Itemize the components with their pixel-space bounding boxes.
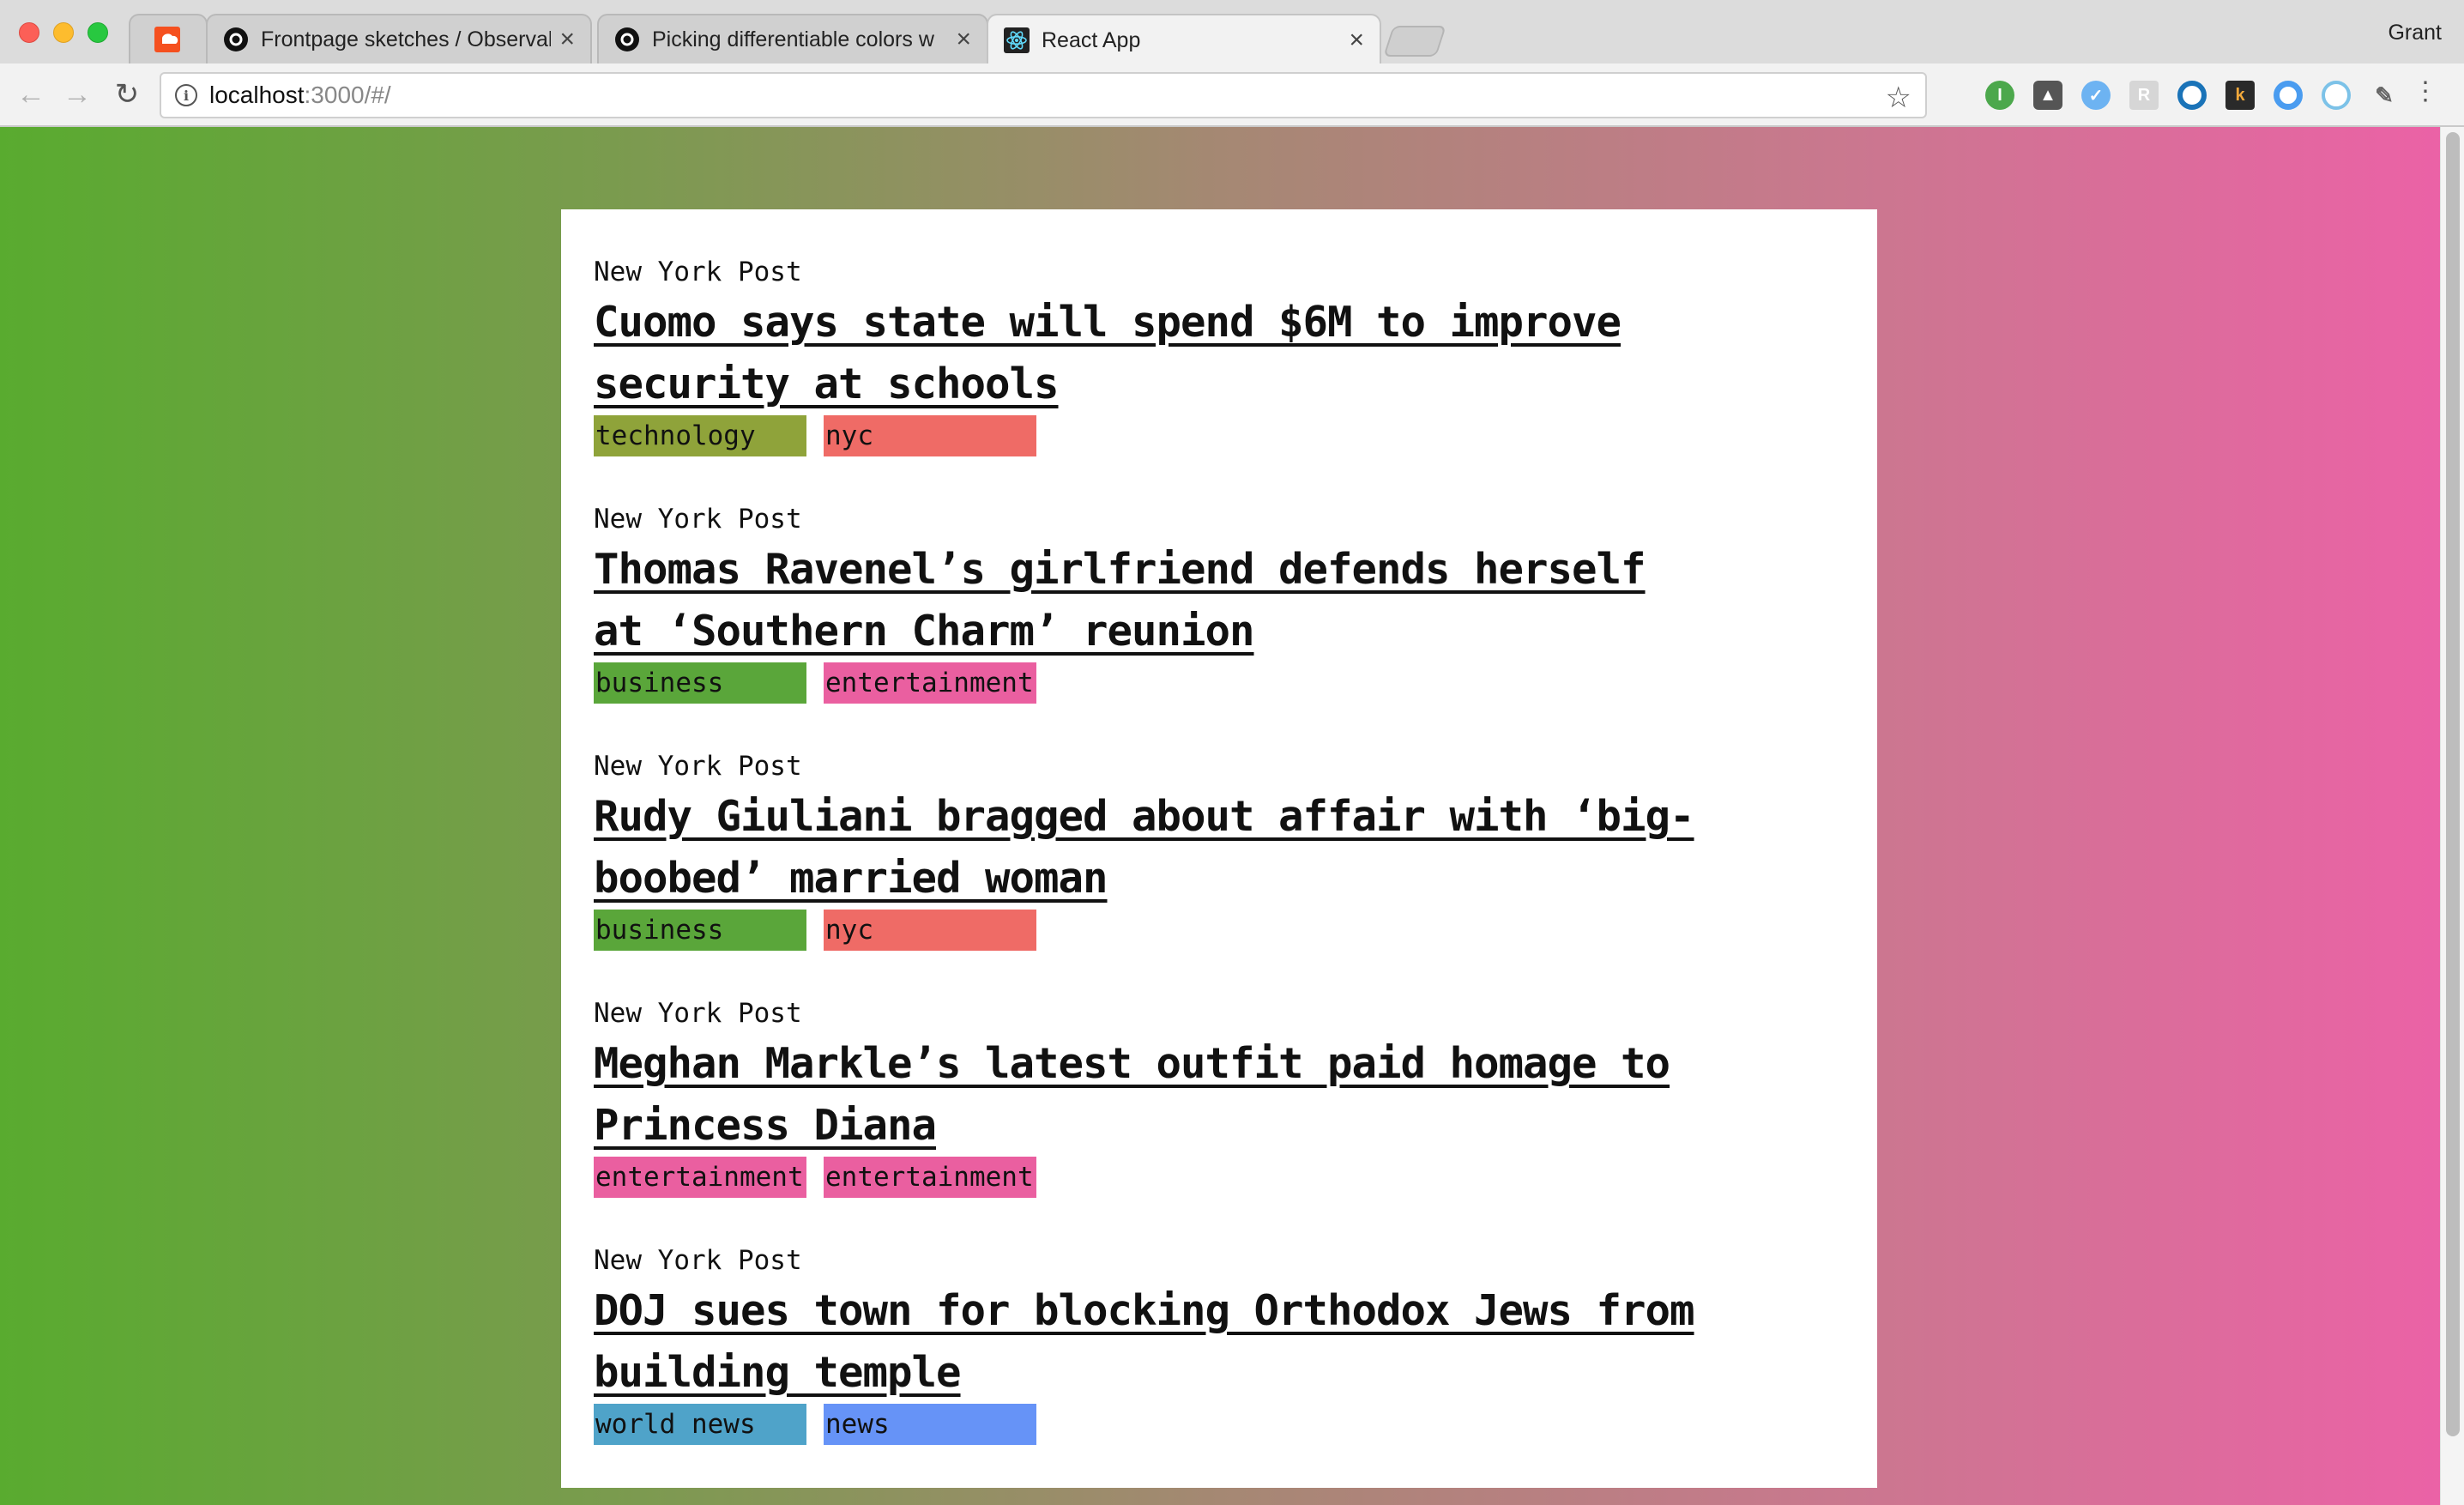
target-icon[interactable] [2322,81,2351,110]
url-text[interactable]: localhost:3000/#/ [209,82,391,109]
story-tags: business nyc [594,910,1845,951]
page-viewport: New York Post Cuomo says state will spen… [0,127,2464,1505]
wallabag-icon[interactable]: ▲ [2033,81,2062,110]
r-icon[interactable]: R [2129,81,2159,110]
observable-icon [614,27,640,52]
bookmark-star-icon[interactable]: ☆ [1886,81,1911,115]
tag-badge: nyc [824,415,1036,456]
story-item: New York Post Meghan Markle’s latest out… [594,994,1845,1241]
story-headline-link[interactable]: Cuomo says state will spend $6M to impro… [594,292,1700,415]
story-item: New York Post Cuomo says state will spen… [594,252,1845,499]
arrow-left-icon: ← [16,77,45,111]
info-icon[interactable]: i [175,84,197,106]
minimize-window-button[interactable] [53,22,74,43]
tag-badge: entertainment [824,662,1036,704]
tag-badge: world news [594,1404,806,1445]
tag-badge: technology [594,415,806,456]
story-headline-link[interactable]: Thomas Ravenel’s girlfriend defends hers… [594,539,1700,662]
reload-button[interactable]: ↻ [110,77,144,112]
story-source: New York Post [594,504,802,535]
tag-badge: entertainment [824,1157,1036,1198]
tab-react-app[interactable]: React App × [987,14,1381,65]
close-tab-icon[interactable]: × [559,27,575,52]
story-source: New York Post [594,751,802,782]
soundcloud-icon [154,27,180,52]
tab-soundcloud[interactable] [129,14,208,63]
forward-button[interactable]: → [60,77,94,112]
scrollbar-thumb[interactable] [2446,132,2460,1436]
story-tags: technology nyc [594,415,1845,456]
url-path: :3000/#/ [304,82,391,108]
arrow-right-icon: → [63,77,92,111]
close-tab-icon[interactable]: × [1349,27,1364,53]
story-tags: business entertainment [594,662,1845,704]
story-headline-link[interactable]: Meghan Markle’s latest outfit paid homag… [594,1033,1700,1157]
pocket-like-icon[interactable]: ✓ [2081,81,2111,110]
zoom-window-button[interactable] [88,22,108,43]
tag-badge: business [594,662,806,704]
story-source: New York Post [594,1245,802,1276]
observable-icon [223,27,249,52]
tag-badge: nyc [824,910,1036,951]
tab-picking-colors[interactable]: Picking differentiable colors w × [597,14,988,63]
circle-icon[interactable] [2274,81,2303,110]
reload-icon: ↻ [114,78,140,111]
browser-toolbar: ← → ↻ i localhost:3000/#/ ☆ I ▲ ✓ R k ✎ … [0,63,2464,127]
tag-badge: news [824,1404,1036,1445]
k-icon[interactable]: k [2225,81,2255,110]
story-tags: world news news [594,1404,1845,1445]
tag-badge: business [594,910,806,951]
tab-frontpage-sketches[interactable]: Frontpage sketches / Observal × [206,14,592,63]
react-icon [1004,27,1030,53]
story-tags: entertainment entertainment [594,1157,1845,1198]
story-list-card: New York Post Cuomo says state will spen… [561,209,1877,1488]
profile-name[interactable]: Grant [2388,21,2442,45]
vertical-scrollbar[interactable] [2440,127,2464,1505]
story-headline-link[interactable]: DOJ sues town for blocking Orthodox Jews… [594,1280,1700,1404]
story-item: New York Post Thomas Ravenel’s girlfrien… [594,499,1845,746]
back-button[interactable]: ← [14,77,48,112]
tab-title: Picking differentiable colors w [652,27,934,51]
address-bar[interactable]: i localhost:3000/#/ ☆ [160,72,1927,118]
pin-icon[interactable]: ✎ [2370,81,2399,110]
story-source: New York Post [594,257,802,287]
ghostery-icon[interactable]: I [1985,81,2014,110]
story-item: New York Post Rudy Giuliani bragged abou… [594,746,1845,994]
story-headline-link[interactable]: Rudy Giuliani bragged about affair with … [594,786,1700,910]
close-window-button[interactable] [19,22,39,43]
story-item: New York Post DOJ sues town for blocking… [594,1241,1845,1488]
url-host: localhost [209,82,305,108]
tab-title: React App [1042,27,1141,52]
o-icon[interactable] [2177,81,2207,110]
browser-menu-icon[interactable]: ⋮ [2413,79,2438,105]
tab-title: Frontpage sketches / Observal [261,27,552,51]
close-tab-icon[interactable]: × [956,27,971,52]
story-source: New York Post [594,998,802,1029]
browser-titlebar: Frontpage sketches / Observal × Picking … [0,0,2464,65]
tag-badge: entertainment [594,1157,806,1198]
new-tab-button[interactable] [1383,26,1446,57]
